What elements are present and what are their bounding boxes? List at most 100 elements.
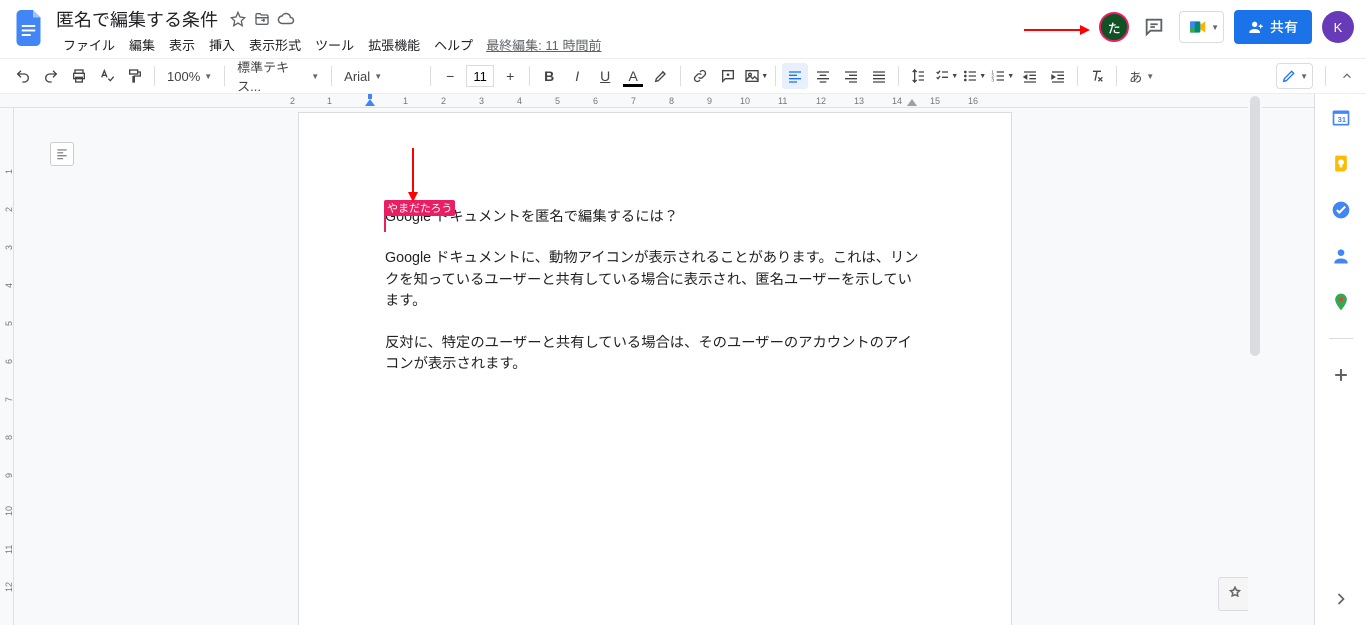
redo-button[interactable] (38, 63, 64, 89)
hide-menus-button[interactable] (1338, 67, 1356, 85)
menu-help[interactable]: ヘルプ (427, 33, 480, 56)
ruler-tick: 5 (555, 96, 560, 106)
menu-view[interactable]: 表示 (162, 33, 202, 56)
cloud-status-icon[interactable] (277, 10, 295, 28)
toolbar: 100%▼ 標準テキス...▼ Arial▼ − + B I U A ▼ ▼ ▼… (0, 58, 1366, 94)
align-right-button[interactable] (838, 63, 864, 89)
explore-button[interactable] (1218, 577, 1252, 611)
italic-button[interactable]: I (564, 63, 590, 89)
tasks-app-icon[interactable] (1331, 200, 1351, 220)
zoom-combo[interactable]: 100%▼ (161, 63, 218, 89)
menu-ext[interactable]: 拡張機能 (361, 33, 427, 56)
hide-side-panel-button[interactable] (1331, 589, 1351, 609)
menu-format[interactable]: 表示形式 (242, 33, 308, 56)
align-center-button[interactable] (810, 63, 836, 89)
chevron-down-icon: ▼ (1146, 72, 1154, 81)
clear-format-button[interactable] (1084, 63, 1110, 89)
get-addons-button[interactable] (1331, 365, 1351, 385)
undo-button[interactable] (10, 63, 36, 89)
insert-comment-button[interactable] (715, 63, 741, 89)
docs-logo-icon[interactable] (12, 6, 48, 50)
paint-format-button[interactable] (122, 63, 148, 89)
ruler-tick: 1 (403, 96, 408, 106)
indent-button[interactable] (1045, 63, 1071, 89)
editing-mode-button[interactable]: ▼ (1276, 63, 1313, 89)
ruler-tick: 10 (4, 506, 14, 516)
star-icon[interactable] (229, 10, 247, 28)
font-combo[interactable]: Arial▼ (338, 63, 424, 89)
doc-paragraph[interactable]: Google ドキュメントを匿名で編集するには？ (385, 207, 925, 228)
vertical-ruler[interactable]: 1 2 3 4 5 6 7 8 9 10 11 12 (0, 108, 14, 625)
last-edit-link[interactable]: 最終編集: 11 時間前 (486, 35, 601, 54)
doc-paragraph[interactable]: 反対に、特定のユーザーと共有している場合は、そのユーザーのアカウントのアイコンが… (385, 333, 925, 376)
document-title[interactable]: 匿名で編集する条件 (56, 6, 218, 32)
ruler-tick: 3 (479, 96, 484, 106)
meet-button[interactable]: ▼ (1179, 11, 1224, 43)
document-outline-button[interactable] (50, 142, 74, 166)
ruler-tick: 16 (968, 96, 978, 106)
doc-paragraph[interactable]: Google ドキュメントに、動物アイコンが表示されることがあります。これは、リ… (385, 248, 925, 312)
highlight-button[interactable] (648, 63, 674, 89)
keep-app-icon[interactable] (1331, 154, 1351, 174)
ruler-tick: 6 (593, 96, 598, 106)
left-indent-marker-icon[interactable] (365, 94, 375, 106)
insert-link-button[interactable] (687, 63, 713, 89)
menu-tools[interactable]: ツール (308, 33, 361, 56)
collaborator-cursor-label: やまだたろう (384, 200, 455, 216)
ruler-tick: 2 (441, 96, 446, 106)
input-tools-button[interactable]: あ▼ (1123, 63, 1160, 89)
ruler-tick: 1 (327, 96, 332, 106)
calendar-app-icon[interactable]: 31 (1331, 108, 1351, 128)
underline-button[interactable]: U (592, 63, 618, 89)
text-color-button[interactable]: A (620, 63, 646, 89)
font-size-input[interactable] (466, 65, 494, 87)
ruler-tick: 12 (816, 96, 826, 106)
collaborator-avatar[interactable]: た (1099, 12, 1129, 42)
ruler-tick: 7 (4, 397, 14, 402)
spellcheck-button[interactable] (94, 63, 120, 89)
share-label: 共有 (1270, 17, 1298, 37)
align-justify-button[interactable] (866, 63, 892, 89)
document-page[interactable]: Google ドキュメントを匿名で編集するには？ Google ドキュメントに、… (298, 112, 1012, 625)
doc-blank-line[interactable] (385, 313, 925, 333)
checklist-button[interactable]: ▼ (933, 63, 959, 89)
menu-insert[interactable]: 挿入 (202, 33, 242, 56)
chevron-down-icon: ▼ (374, 72, 382, 81)
font-size-increase[interactable]: + (497, 63, 523, 89)
scrollbar-thumb[interactable] (1250, 96, 1260, 356)
contacts-app-icon[interactable] (1331, 246, 1351, 266)
align-left-button[interactable] (782, 63, 808, 89)
ruler-tick: 6 (4, 359, 14, 364)
vertical-scrollbar[interactable] (1248, 94, 1262, 625)
open-comments-icon[interactable] (1139, 12, 1169, 42)
maps-app-icon[interactable] (1331, 292, 1351, 312)
svg-text:3: 3 (992, 77, 995, 82)
numbered-list-button[interactable]: 123▼ (989, 63, 1015, 89)
line-spacing-button[interactable] (905, 63, 931, 89)
horizontal-ruler[interactable]: 2 1 1 2 3 4 5 6 7 8 9 10 11 12 13 14 15 … (0, 94, 1314, 108)
chevron-down-icon: ▼ (1300, 72, 1308, 81)
share-button[interactable]: 共有 (1234, 10, 1312, 44)
account-avatar[interactable]: K (1322, 11, 1354, 43)
move-icon[interactable] (253, 10, 271, 28)
paragraph-style-combo[interactable]: 標準テキス...▼ (231, 63, 325, 89)
insert-image-button[interactable]: ▼ (743, 63, 769, 89)
chevron-down-icon: ▼ (311, 72, 319, 81)
ruler-tick: 4 (517, 96, 522, 106)
collaborator-cursor (384, 214, 386, 232)
doc-blank-line[interactable] (385, 228, 925, 248)
font-size-decrease[interactable]: − (437, 63, 463, 89)
right-indent-marker-icon[interactable] (907, 94, 917, 106)
ruler-tick: 3 (4, 245, 14, 250)
ruler-tick: 5 (4, 321, 14, 326)
menu-edit[interactable]: 編集 (122, 33, 162, 56)
menu-file[interactable]: ファイル (56, 33, 122, 56)
pencil-icon (1281, 68, 1297, 84)
outdent-button[interactable] (1017, 63, 1043, 89)
chevron-down-icon: ▼ (1211, 23, 1219, 32)
print-button[interactable] (66, 63, 92, 89)
ruler-tick: 11 (4, 545, 14, 554)
bold-button[interactable]: B (536, 63, 562, 89)
bulleted-list-button[interactable]: ▼ (961, 63, 987, 89)
ruler-tick: 10 (740, 96, 750, 106)
